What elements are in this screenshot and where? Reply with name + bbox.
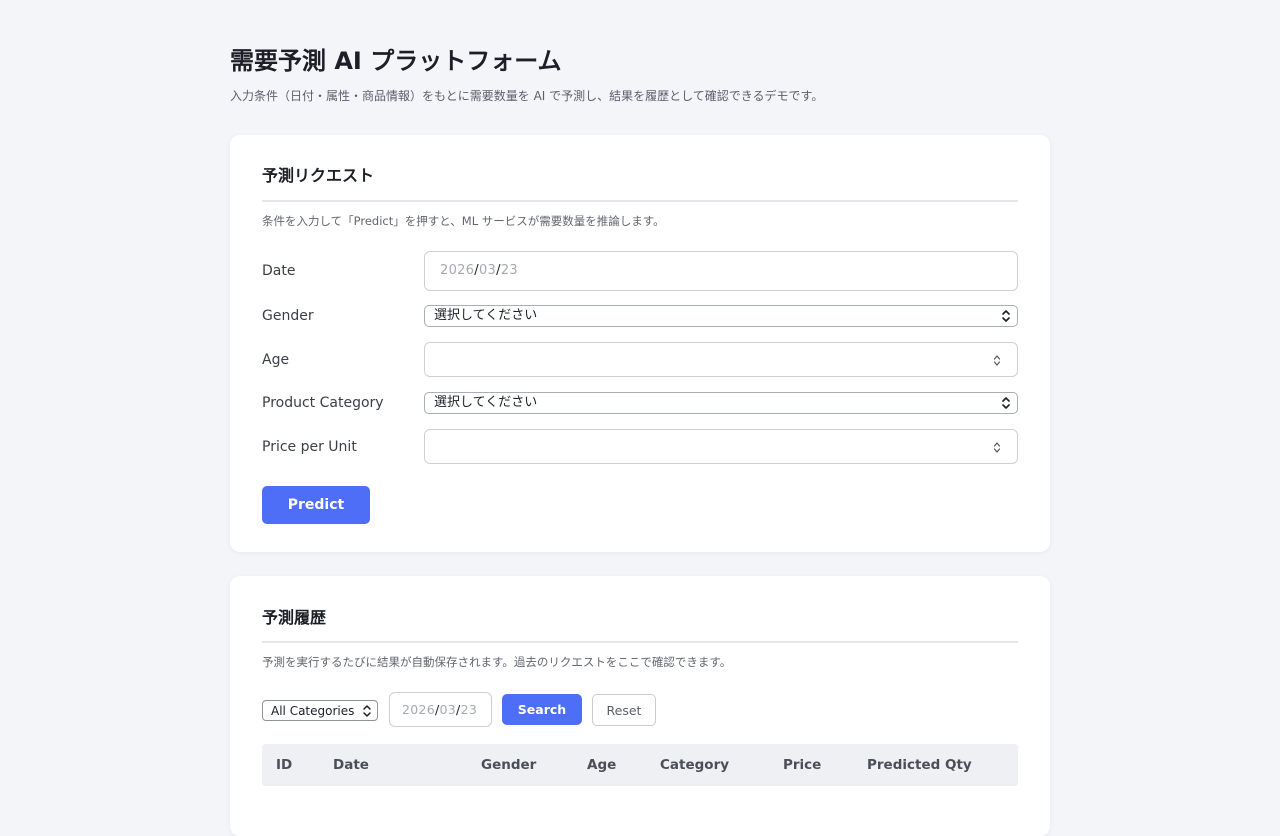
date-day: 23 [500, 263, 518, 278]
page-subtitle: 入力条件（日付・属性・商品情報）をもとに需要数量を AI で予測し、結果を履歴と… [230, 89, 824, 103]
age-input[interactable] [424, 342, 1018, 377]
history-card-description: 予測を実行するたびに結果が自動保存されます。過去のリクエストをここで確認できます… [262, 655, 732, 669]
date-filter-value: 2026/03/23 [402, 701, 477, 719]
price-per-unit-label: Price per Unit [262, 439, 357, 455]
spinner-arrows-icon[interactable] [993, 441, 1001, 454]
search-button[interactable]: Search [502, 694, 582, 725]
date-input[interactable]: 2026/03/23 [424, 251, 1018, 291]
product-category-label: Product Category [262, 395, 384, 411]
chevron-up-down-icon [363, 705, 371, 717]
column-header-predicted-qty: Predicted Qty [867, 757, 972, 773]
price-per-unit-input[interactable] [424, 429, 1018, 464]
date-year: 2026 [440, 263, 475, 278]
chevron-up-down-icon [1002, 310, 1010, 322]
chevron-up-down-icon [1002, 397, 1010, 409]
request-card-title: 予測リクエスト [262, 166, 375, 185]
request-card-description: 条件を入力して「Predict」を押すと、ML サービスが需要数量を推論します。 [262, 214, 665, 228]
date-input-value: 2026/03/23 [440, 262, 518, 280]
page-title: 需要予測 AI プラットフォーム [230, 47, 562, 75]
prediction-history-card: 予測履歴 予測を実行するたびに結果が自動保存されます。過去のリクエストをここで確… [230, 576, 1050, 836]
gender-label: Gender [262, 308, 314, 324]
column-header-id: ID [276, 757, 293, 773]
reset-button[interactable]: Reset [592, 694, 656, 726]
category-filter-value: All Categories [271, 704, 355, 718]
date-label: Date [262, 263, 296, 279]
history-card-divider [262, 641, 1018, 643]
history-table-header: ID Date Gender Age Category Price Predic… [262, 744, 1018, 786]
date-month: 03 [478, 263, 497, 278]
predict-button[interactable]: Predict [262, 486, 370, 524]
product-category-select-value: 選択してください [434, 395, 538, 410]
age-label: Age [262, 352, 290, 368]
prediction-request-card: 予測リクエスト 条件を入力して「Predict」を押すと、ML サービスが需要数… [230, 135, 1050, 552]
column-header-price: Price [783, 757, 822, 773]
date-day: 23 [460, 702, 478, 717]
column-header-category: Category [660, 757, 730, 773]
page-header: 需要予測 AI プラットフォーム 入力条件（日付・属性・商品情報）をもとに需要数… [230, 44, 1050, 104]
product-category-select[interactable]: 選択してください [424, 392, 1018, 414]
column-header-age: Age [587, 757, 617, 773]
gender-select-value: 選択してください [434, 308, 538, 323]
category-filter-select[interactable]: All Categories [262, 700, 378, 721]
date-month: 03 [439, 702, 457, 717]
spinner-arrows-icon[interactable] [993, 354, 1001, 367]
date-year: 2026 [402, 702, 436, 717]
history-card-title: 予測履歴 [262, 608, 327, 627]
column-header-gender: Gender [481, 757, 537, 773]
date-filter-input[interactable]: 2026/03/23 [389, 692, 492, 727]
column-header-date: Date [333, 757, 369, 773]
request-card-divider [262, 200, 1018, 202]
gender-select[interactable]: 選択してください [424, 305, 1018, 327]
